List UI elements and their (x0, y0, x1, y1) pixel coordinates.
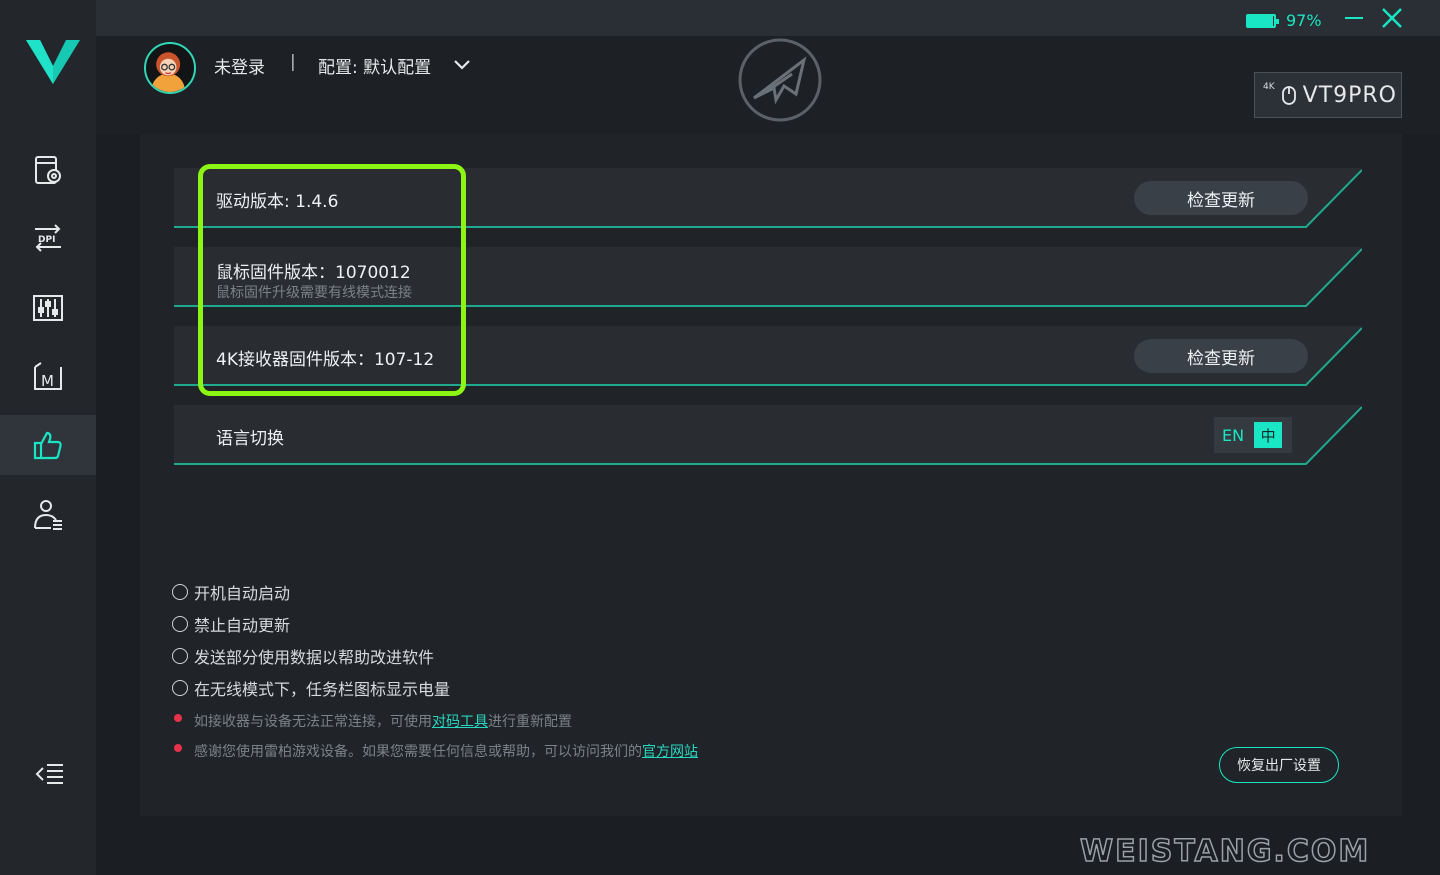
receiver-firmware-label: 4K接收器固件版本：107-12 (216, 350, 435, 370)
svg-text:DPI: DPI (38, 235, 55, 245)
note-dot-icon (174, 714, 182, 722)
receiver-check-update-button[interactable]: 检查更新 (1134, 339, 1308, 373)
option-send-usage-data-label: 发送部分使用数据以帮助改进软件 (194, 648, 435, 667)
note-dot-icon (174, 744, 182, 752)
option-autostart[interactable]: 开机自动启动 (172, 580, 290, 604)
option-disable-auto-update[interactable]: 禁止自动更新 (172, 612, 290, 636)
language-row: 语言切换 EN 中 (174, 405, 1362, 465)
option-tray-battery-label: 在无线模式下，任务栏图标显示电量 (194, 680, 451, 699)
device-badge: 4K VT9PRO (1254, 72, 1402, 118)
language-option-zh[interactable]: 中 (1254, 422, 1283, 448)
sidebar: DPI M (0, 0, 96, 875)
svg-text:M: M (41, 372, 54, 390)
minimize-button[interactable] (1342, 6, 1366, 30)
language-toggle[interactable]: EN 中 (1214, 417, 1292, 453)
radio-disable-auto-update[interactable] (172, 616, 188, 632)
pairing-note: 如接收器与设备无法正常连接，可使用 对码工具 进行重新配置 (174, 711, 572, 731)
language-option-en[interactable]: EN (1222, 426, 1244, 445)
option-autostart-label: 开机自动启动 (194, 584, 291, 603)
profile-selector-label[interactable]: 配置: 默认配置 (318, 53, 431, 78)
avatar[interactable] (144, 42, 196, 94)
minimize-icon (1345, 17, 1363, 19)
header: 未登录 | 配置: 默认配置 4K VT9PRO (96, 36, 1440, 134)
pairing-tool-link[interactable]: 对码工具 (432, 711, 488, 731)
nav-dpi-icon[interactable]: DPI (0, 208, 96, 268)
option-tray-battery[interactable]: 在无线模式下，任务栏图标显示电量 (172, 676, 450, 700)
nav-settings-thumbs-up-icon[interactable] (0, 415, 96, 475)
mouse-firmware-hint: 鼠标固件升级需要有线模式连接 (216, 285, 412, 301)
nav-macro-icon[interactable]: M (0, 346, 96, 406)
device-name: VT9PRO (1302, 82, 1397, 108)
login-status[interactable]: 未登录 (214, 53, 265, 78)
header-separator: | (290, 52, 296, 72)
row-accent-edge (174, 405, 1362, 465)
nav-equalizer-icon[interactable] (0, 278, 96, 338)
receiver-firmware-row: 4K接收器固件版本：107-12 检查更新 (174, 326, 1362, 386)
nav-display-settings-icon[interactable] (0, 140, 96, 200)
nav-account-icon[interactable] (0, 484, 96, 544)
mouse-firmware-label: 鼠标固件版本：1070012 (216, 263, 411, 283)
option-disable-auto-update-label: 禁止自动更新 (194, 616, 291, 635)
radio-autostart[interactable] (172, 584, 188, 600)
pairing-note-prefix: 如接收器与设备无法正常连接，可使用 (194, 714, 432, 730)
title-bar (96, 0, 1440, 36)
collapse-menu-icon[interactable] (30, 754, 70, 794)
option-send-usage-data[interactable]: 发送部分使用数据以帮助改进软件 (172, 644, 434, 668)
badge-4k: 4K (1263, 82, 1275, 92)
official-website-link[interactable]: 官方网站 (642, 741, 698, 761)
close-button[interactable] (1380, 6, 1404, 30)
driver-version-label: 驱动版本: 1.4.6 (216, 192, 339, 212)
factory-reset-button[interactable]: 恢复出厂设置 (1219, 747, 1339, 783)
app-logo-icon (26, 36, 80, 86)
brand-emblem-icon (738, 38, 822, 122)
pairing-note-suffix: 进行重新配置 (488, 714, 572, 730)
mouse-firmware-row: 鼠标固件版本：1070012 鼠标固件升级需要有线模式连接 (174, 247, 1362, 307)
driver-check-update-button[interactable]: 检查更新 (1134, 181, 1308, 215)
battery-icon (1246, 13, 1279, 28)
language-label: 语言切换 (216, 429, 284, 449)
battery-indicator: 97% (1246, 11, 1322, 30)
radio-send-usage-data[interactable] (172, 648, 188, 664)
thanks-note: 感谢您使用雷柏游戏设备。如果您需要任何信息或帮助，可以访问我们的 官方网站 (174, 741, 698, 761)
thanks-note-text: 感谢您使用雷柏游戏设备。如果您需要任何信息或帮助，可以访问我们的 (194, 744, 642, 760)
mouse-icon (1281, 86, 1296, 105)
profile-dropdown-chevron-icon[interactable] (452, 54, 472, 74)
avatar-user-icon (151, 52, 185, 92)
close-icon (1382, 8, 1402, 28)
radio-tray-battery[interactable] (172, 680, 188, 696)
driver-version-row: 驱动版本: 1.4.6 检查更新 (174, 168, 1362, 228)
watermark: WEISTANG.COM (1079, 833, 1371, 870)
battery-percent: 97% (1286, 11, 1322, 30)
battery-level-fill (1248, 15, 1274, 26)
